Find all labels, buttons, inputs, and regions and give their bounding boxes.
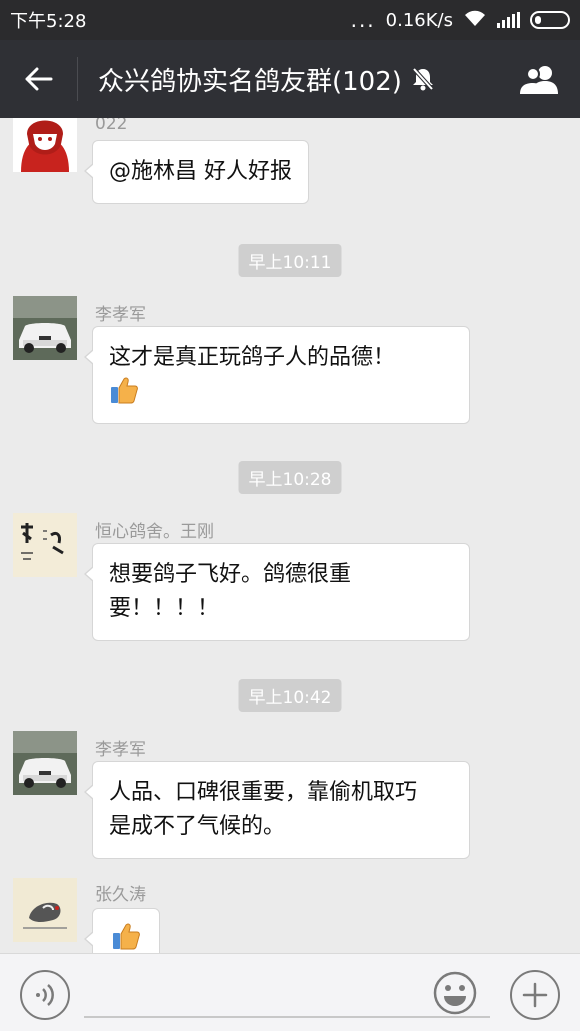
voice-button[interactable] xyxy=(20,970,70,1020)
sender-name: 张久涛 xyxy=(95,885,146,905)
emoji-button[interactable] xyxy=(432,970,478,1016)
plus-icon xyxy=(522,982,548,1008)
signal-icon xyxy=(497,12,520,28)
avatar[interactable] xyxy=(13,513,77,577)
message-bubble[interactable]: 想要鸽子飞好。鸽德很重 要！！！！ xyxy=(84,543,470,641)
message-5: 张久涛 xyxy=(0,878,580,953)
sender-name: 022 xyxy=(95,118,128,134)
thumbs-up-icon xyxy=(111,921,141,953)
title-bar: 众兴鸽协实名鸽友群(102) xyxy=(0,40,580,118)
members-icon xyxy=(520,66,558,94)
thumbs-up-icon xyxy=(109,375,453,409)
members-button[interactable] xyxy=(500,40,580,118)
message-4: 李孝军 人品、口碑很重要，靠偷机取巧 是成不了气候的。 xyxy=(0,731,580,861)
input-bar xyxy=(0,953,580,1031)
timestamp: 早上10:11 xyxy=(238,244,342,277)
chat-area[interactable]: 022 @施林昌 好人好报 早上10:11 李孝军 这才是真正玩鸽子人的品德！ xyxy=(0,118,580,953)
message-bubble[interactable]: 这才是真正玩鸽子人的品德！ xyxy=(84,326,470,424)
avatar[interactable] xyxy=(13,731,77,795)
sender-name: 恒心鸽舍。王刚 xyxy=(95,522,214,542)
status-right: ... 0.16K/s xyxy=(351,9,570,32)
timestamp: 早上10:42 xyxy=(238,679,342,712)
sender-name: 李孝军 xyxy=(95,740,146,760)
message-line: 人品、口碑很重要，靠偷机取巧 xyxy=(109,780,418,805)
message-line: 是成不了气候的。 xyxy=(109,814,286,839)
back-button[interactable] xyxy=(0,57,78,101)
message-bubble[interactable]: @施林昌 好人好报 xyxy=(84,140,309,204)
message-line: 要！！！！ xyxy=(109,596,220,621)
chat-title: 众兴鸽协实名鸽友群(102) xyxy=(98,61,500,98)
avatar[interactable] xyxy=(13,118,77,172)
avatar[interactable] xyxy=(13,296,77,360)
group-name: 众兴鸽协实名鸽友群(102) xyxy=(98,66,402,97)
network-speed: 0.16K/s xyxy=(385,9,453,31)
voice-icon xyxy=(36,984,54,1006)
message-bubble[interactable] xyxy=(84,908,160,953)
more-button[interactable] xyxy=(510,970,560,1020)
message-2: 李孝军 这才是真正玩鸽子人的品德！ xyxy=(0,296,580,426)
status-time: 下午5:28 xyxy=(10,11,87,32)
message-line: @施林昌 好人好报 xyxy=(109,159,292,184)
sender-name: 李孝军 xyxy=(95,305,146,325)
message-bubble[interactable]: 人品、口碑很重要，靠偷机取巧 是成不了气候的。 xyxy=(84,761,470,859)
message-1: 022 @施林昌 好人好报 xyxy=(0,118,580,208)
status-dots: ... xyxy=(350,8,376,32)
wifi-icon xyxy=(463,9,487,32)
back-arrow-icon xyxy=(25,67,52,91)
message-input[interactable] xyxy=(84,1016,490,1018)
status-bar: 下午5:28 ... 0.16K/s xyxy=(0,0,580,40)
battery-icon xyxy=(530,11,570,29)
avatar[interactable] xyxy=(13,878,77,942)
message-line: 这才是真正玩鸽子人的品德！ xyxy=(109,345,396,370)
message-line: 想要鸽子飞好。鸽德很重 xyxy=(109,562,352,587)
emoji-icon xyxy=(433,971,477,1015)
message-3: 恒心鸽舍。王刚 想要鸽子飞好。鸽德很重 要！！！！ xyxy=(0,513,580,643)
mute-bell-icon xyxy=(412,67,434,91)
timestamp: 早上10:28 xyxy=(238,461,342,494)
